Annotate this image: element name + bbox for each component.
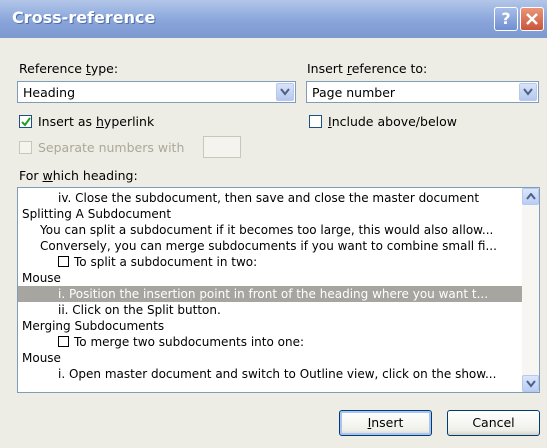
- include-above-below-label[interactable]: Include above/below: [328, 114, 457, 129]
- cross-reference-dialog: Cross-reference ? Reference type: Headin…: [0, 0, 547, 448]
- scroll-up-button[interactable]: [522, 188, 539, 205]
- list-item[interactable]: ii. Click on the Split button.: [18, 302, 539, 318]
- list-item[interactable]: You can split a subdocument if it become…: [18, 222, 539, 238]
- insert-button[interactable]: Insert: [339, 410, 432, 436]
- insert-reference-to-value: Page number: [312, 85, 396, 100]
- checkbox-bullet-icon: [58, 336, 69, 347]
- which-heading-label: For which heading:: [19, 168, 138, 183]
- insert-reference-to-select[interactable]: Page number: [306, 81, 539, 103]
- chevron-up-icon: [526, 193, 536, 200]
- reference-type-value: Heading: [23, 85, 76, 100]
- chevron-down-icon: [526, 380, 536, 388]
- reference-type-select[interactable]: Heading: [17, 81, 296, 103]
- separate-numbers-checkbox: [19, 141, 32, 154]
- scroll-down-button[interactable]: [522, 375, 539, 392]
- list-item-selected[interactable]: i. Position the insertion point in front…: [18, 286, 539, 302]
- dialog-title: Cross-reference: [12, 8, 156, 27]
- reference-type-label: Reference type:: [19, 61, 119, 76]
- separate-numbers-label: Separate numbers with: [38, 140, 185, 155]
- list-item[interactable]: To merge two subdocuments into one:: [18, 334, 539, 350]
- list-item[interactable]: Conversely, you can merge subdocuments i…: [18, 238, 539, 254]
- checkmark-icon: [21, 117, 31, 127]
- close-icon: [526, 13, 538, 25]
- vertical-scrollbar[interactable]: [522, 188, 539, 392]
- list-item[interactable]: Splitting A Subdocument: [18, 206, 527, 222]
- include-above-below-checkbox[interactable]: [309, 115, 322, 128]
- insert-reference-to-label: Insert reference to:: [307, 61, 428, 76]
- list-item[interactable]: Mouse: [18, 350, 527, 366]
- separator-field: [203, 136, 241, 158]
- checkbox-bullet-icon: [58, 256, 69, 267]
- chevron-down-icon[interactable]: [519, 83, 537, 101]
- help-button[interactable]: ?: [494, 7, 518, 31]
- heading-listbox[interactable]: iv. Close the subdocument, then save and…: [17, 187, 540, 393]
- close-button[interactable]: [520, 7, 544, 31]
- insert-hyperlink-checkbox[interactable]: [19, 115, 32, 128]
- chevron-down-icon[interactable]: [276, 83, 294, 101]
- list-item[interactable]: To split a subdocument in two:: [18, 254, 539, 270]
- list-item[interactable]: i. Open master document and switch to Ou…: [18, 366, 539, 382]
- list-item[interactable]: Mouse: [18, 270, 527, 286]
- question-mark-icon: ?: [501, 9, 511, 28]
- list-item[interactable]: Merging Subdocuments: [18, 318, 527, 334]
- insert-hyperlink-label[interactable]: Insert as hyperlink: [38, 114, 154, 129]
- list-item[interactable]: iv. Close the subdocument, then save and…: [18, 190, 539, 206]
- cancel-button[interactable]: Cancel: [447, 410, 540, 436]
- title-bar[interactable]: Cross-reference ?: [0, 0, 547, 38]
